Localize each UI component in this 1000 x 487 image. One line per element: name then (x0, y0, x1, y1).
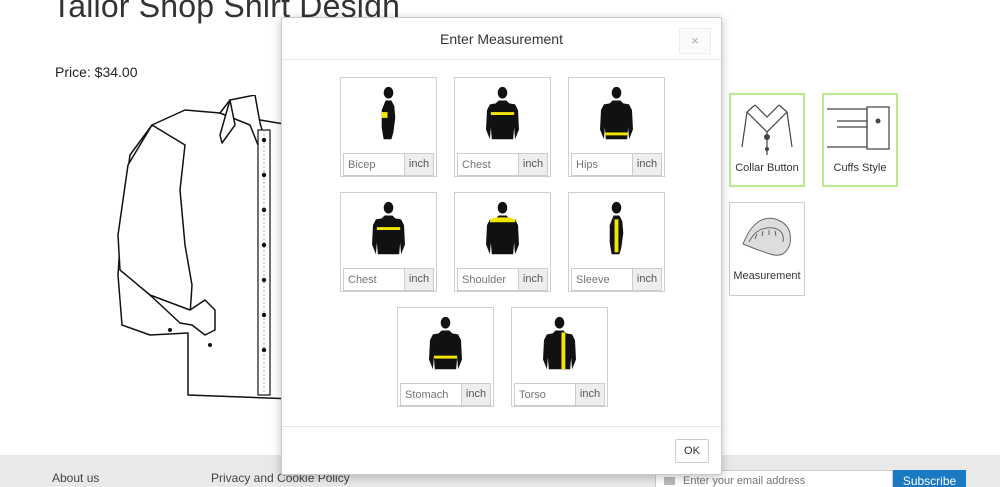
unit-label: inch (575, 384, 604, 405)
body-silhouette-icon (381, 86, 396, 140)
body-silhouette-icon (486, 201, 519, 255)
measuring-tape-icon (742, 217, 791, 256)
body-silhouette-icon (429, 316, 462, 370)
measurement-card-torso: inch (511, 307, 608, 407)
body-silhouette-icon (543, 316, 576, 370)
measurement-input-sleeve[interactable] (572, 269, 632, 290)
footer-link-about-us[interactable]: About us (52, 471, 99, 485)
measurement-card-chest: inch (454, 77, 551, 177)
measurement-field: inch (400, 383, 491, 406)
option-measurement[interactable]: Measurement (729, 202, 805, 296)
modal-footer: OK (282, 426, 721, 474)
unit-label: inch (404, 269, 433, 290)
body-silhouette-icon (609, 201, 624, 255)
measurement-input-hips[interactable] (572, 154, 632, 175)
subscribe-button[interactable]: Subscribe (893, 470, 966, 487)
body-figure-image (569, 193, 664, 267)
measurement-field: inch (571, 268, 662, 291)
body-figure-image (398, 308, 493, 382)
ok-button[interactable]: OK (675, 439, 709, 463)
body-silhouette-icon (372, 201, 405, 255)
mail-icon (664, 477, 675, 485)
measurement-input-shoulder[interactable] (458, 269, 518, 290)
modal-header: Enter Measurement × (282, 18, 721, 60)
body-figure-image (455, 193, 550, 267)
body-figure-image (341, 78, 436, 152)
body-figure-image (341, 193, 436, 267)
unit-label: inch (518, 154, 547, 175)
option-label: Measurement (733, 270, 801, 282)
product-price: Price: $34.00 (55, 64, 138, 80)
measurement-field: inch (571, 153, 662, 176)
unit-label: inch (632, 269, 661, 290)
measurement-card-hips: inch (568, 77, 665, 177)
measurement-card-chest-back: inch (340, 192, 437, 292)
close-button[interactable]: × (679, 28, 711, 54)
measurement-card-shoulder: inch (454, 192, 551, 292)
unit-label: inch (404, 154, 433, 175)
modal-title: Enter Measurement (440, 31, 563, 47)
option-label: Collar Button (735, 162, 799, 174)
option-cuffs-style[interactable]: Cuffs Style (822, 93, 898, 187)
option-label: Cuffs Style (833, 162, 887, 174)
measurement-input-chest[interactable] (458, 154, 518, 175)
measurement-input-chest-back[interactable] (344, 269, 404, 290)
option-collar-button[interactable]: Collar Button (729, 93, 805, 187)
measurement-field: inch (343, 268, 434, 291)
measurement-card-bicep: inch (340, 77, 437, 177)
newsletter-email-input[interactable] (683, 475, 873, 487)
measurement-field: inch (457, 268, 548, 291)
measurement-input-bicep[interactable] (344, 154, 404, 175)
unit-label: inch (518, 269, 547, 290)
collar-button-icon (741, 104, 793, 155)
body-figure-image (455, 78, 550, 152)
product-page: Tailor Shop Shirt Design Price: $34.00 C… (0, 0, 1000, 487)
body-figure-image (569, 78, 664, 152)
measurement-input-stomach[interactable] (401, 384, 461, 405)
measurement-modal: Enter Measurement × inch inch inch inch inch… (281, 17, 722, 475)
measurement-field: inch (343, 153, 434, 176)
unit-label: inch (461, 384, 490, 405)
body-silhouette-icon (486, 86, 519, 140)
unit-label: inch (632, 154, 661, 175)
body-silhouette-icon (600, 86, 633, 140)
measurement-card-stomach: inch (397, 307, 494, 407)
measurement-input-torso[interactable] (515, 384, 575, 405)
body-figure-image (512, 308, 607, 382)
measurement-field: inch (514, 383, 605, 406)
cuffs-style-icon (827, 106, 890, 150)
measurement-field: inch (457, 153, 548, 176)
measurement-card-sleeve: inch (568, 192, 665, 292)
